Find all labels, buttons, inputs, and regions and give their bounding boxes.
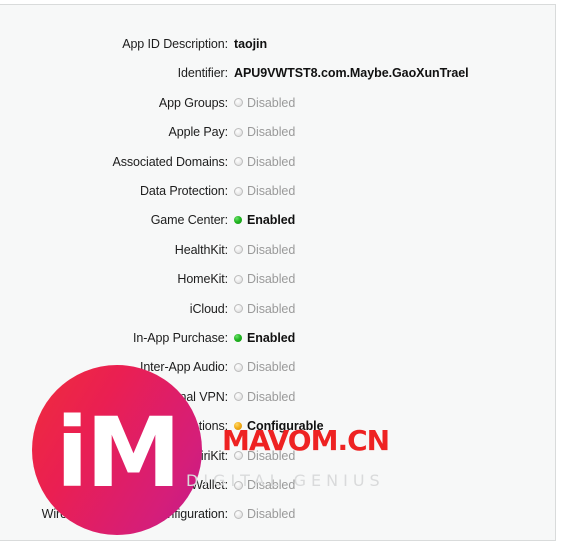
disabled-status-dot-icon	[234, 127, 243, 137]
capability-row: In-App Purchase: Enabled	[0, 328, 580, 348]
capability-label: Identifier:	[177, 66, 228, 81]
enabled-status-dot-icon	[234, 216, 242, 225]
disabled-status-dot-icon	[234, 245, 243, 255]
capability-row: HealthKit: Disabled	[0, 240, 580, 260]
capability-value-text: Disabled	[247, 242, 296, 257]
capability-value-text: Disabled	[247, 389, 296, 404]
capability-value: Disabled	[234, 152, 295, 172]
capability-value-text: Disabled	[247, 360, 296, 375]
capability-value: Disabled	[234, 240, 295, 260]
capability-row: Apple Pay: Disabled	[0, 122, 580, 142]
capability-value: Disabled	[234, 181, 295, 201]
watermark-tagline-text: DIGITAL GENIUS	[186, 471, 385, 490]
capability-row: App ID Description: taojin	[0, 34, 580, 54]
capability-row: Associated Domains: Disabled	[0, 152, 580, 172]
watermark-brand-text: MAVOM.CN	[222, 424, 390, 457]
capability-value: Disabled	[234, 299, 295, 319]
capability-value-text: Disabled	[247, 301, 296, 316]
disabled-status-dot-icon	[234, 157, 243, 167]
capability-value: Disabled	[234, 122, 295, 142]
capability-value-text: Disabled	[247, 184, 296, 198]
disabled-status-dot-icon	[234, 186, 243, 196]
capability-value-text: Enabled	[247, 331, 296, 345]
capability-row: HomeKit: Disabled	[0, 269, 580, 289]
disabled-status-dot-icon	[234, 98, 243, 108]
capability-value: Enabled	[234, 328, 295, 348]
capability-value: Disabled	[234, 504, 295, 524]
capability-value-text: Disabled	[247, 95, 296, 110]
capability-value-text: APU9VWTST8.com.Maybe.GaoXunTrael	[234, 66, 469, 81]
capability-value: Disabled	[234, 93, 295, 113]
disabled-status-dot-icon	[234, 274, 243, 284]
capability-label: HealthKit:	[174, 242, 228, 257]
capability-value: APU9VWTST8.com.Maybe.GaoXunTrael	[234, 63, 469, 83]
capability-label: App Groups:	[158, 95, 228, 110]
capability-value-text: taojin	[234, 37, 268, 51]
capability-value-text: Disabled	[247, 154, 296, 169]
disabled-status-dot-icon	[234, 362, 243, 372]
capability-label: In-App Purchase:	[133, 331, 228, 345]
capability-value-text: Disabled	[247, 125, 296, 140]
disabled-status-dot-icon	[234, 304, 243, 314]
capability-label: Associated Domains:	[112, 154, 228, 169]
capability-value: Enabled	[234, 210, 295, 230]
capability-row: Data Protection: Disabled	[0, 181, 580, 201]
disabled-status-dot-icon	[234, 392, 243, 402]
capability-label: Apple Pay:	[168, 125, 229, 140]
watermark-logo-circle: iM	[32, 365, 202, 535]
capability-label: Data Protection:	[139, 184, 228, 198]
watermark-logo-label: iM	[55, 397, 181, 509]
capability-row: App Groups: Disabled	[0, 93, 580, 113]
capability-row: Game Center: Enabled	[0, 210, 580, 230]
disabled-status-dot-icon	[234, 509, 243, 519]
capability-label: HomeKit:	[177, 272, 228, 287]
capability-value-text: Disabled	[247, 272, 296, 287]
capability-value: Disabled	[234, 269, 295, 289]
capability-value: taojin	[234, 34, 267, 54]
capability-value: Disabled	[234, 357, 295, 377]
capability-label: App ID Description:	[122, 37, 228, 51]
capability-label: Game Center:	[150, 213, 228, 228]
enabled-status-dot-icon	[234, 334, 242, 342]
capability-value-text: Enabled	[247, 213, 296, 228]
capability-row: Identifier: APU9VWTST8.com.Maybe.GaoXunTr…	[0, 63, 580, 83]
capability-value-text: Disabled	[247, 507, 296, 522]
capability-label: iCloud:	[189, 301, 228, 316]
capability-value: Disabled	[234, 387, 295, 407]
capability-row: iCloud: Disabled	[0, 299, 580, 319]
